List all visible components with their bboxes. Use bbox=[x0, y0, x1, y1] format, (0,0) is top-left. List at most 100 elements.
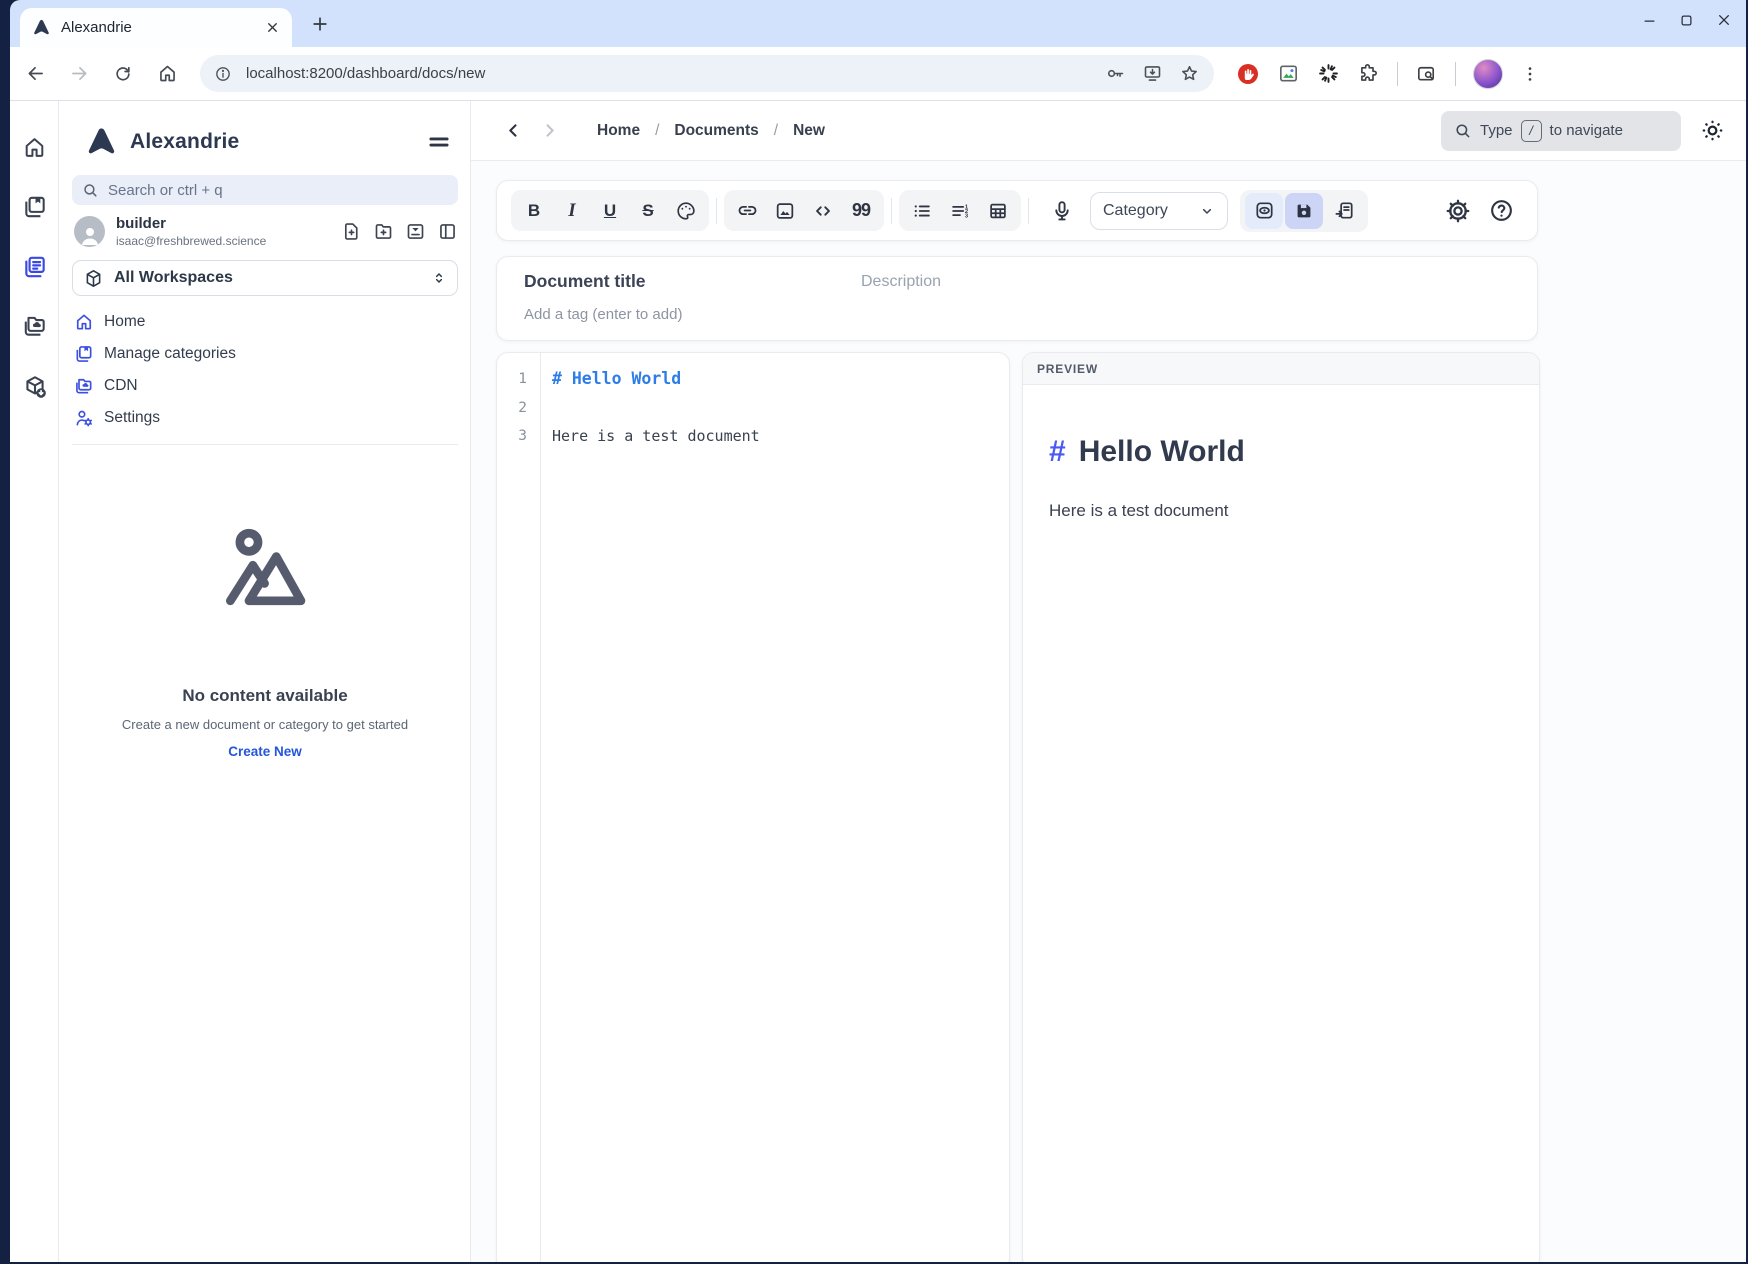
install-app-icon[interactable] bbox=[1142, 63, 1163, 84]
editor-settings-gear-icon[interactable] bbox=[1444, 197, 1472, 225]
editor-line[interactable]: # Hello World bbox=[552, 365, 1009, 394]
bookmark-star-icon[interactable] bbox=[1179, 63, 1200, 84]
line-number-gutter: 1 2 3 bbox=[497, 353, 541, 1262]
home-icon bbox=[74, 312, 94, 332]
code-icon[interactable] bbox=[805, 193, 841, 228]
sidebar-item-cdn[interactable]: CDN bbox=[74, 370, 458, 402]
new-document-icon[interactable] bbox=[341, 221, 362, 242]
help-icon[interactable] bbox=[1488, 197, 1515, 224]
window-minimize-icon[interactable] bbox=[1642, 13, 1657, 28]
extensions-puzzle-icon[interactable] bbox=[1357, 62, 1380, 85]
underline-button[interactable]: U bbox=[592, 193, 628, 228]
rail-library-icon[interactable] bbox=[10, 187, 59, 227]
numbered-list-icon[interactable]: 123 bbox=[942, 193, 978, 228]
browser-menu-kebab-icon[interactable] bbox=[1520, 64, 1540, 84]
bold-button[interactable]: B bbox=[516, 193, 552, 228]
toggle-panel-icon[interactable] bbox=[437, 221, 458, 242]
document-title-input[interactable] bbox=[524, 271, 861, 292]
sidebar-item-settings[interactable]: Settings bbox=[74, 402, 458, 434]
history-back-icon[interactable] bbox=[495, 113, 531, 149]
sidebar-search[interactable] bbox=[72, 175, 458, 205]
editor-text-area[interactable]: # Hello World Here is a test document bbox=[541, 353, 1009, 1262]
editor-line[interactable] bbox=[552, 394, 1009, 423]
mountain-image-icon bbox=[213, 515, 317, 619]
preview-heading-text: Hello World bbox=[1079, 435, 1245, 469]
cdn-folder-icon bbox=[74, 376, 94, 396]
workspace-selector[interactable]: All Workspaces bbox=[72, 260, 458, 296]
strikethrough-button[interactable]: S bbox=[630, 193, 666, 228]
editor-line[interactable]: Here is a test document bbox=[552, 422, 1009, 451]
bullet-list-icon[interactable] bbox=[904, 193, 940, 228]
rail-package-download-icon[interactable] bbox=[10, 367, 59, 407]
sidebar-search-input[interactable] bbox=[108, 182, 448, 199]
sidebar-item-label: Manage categories bbox=[104, 345, 236, 363]
site-info-icon[interactable] bbox=[214, 65, 232, 83]
url-bar[interactable]: localhost:8200/dashboard/docs/new bbox=[200, 55, 1214, 92]
url-text[interactable]: localhost:8200/dashboard/docs/new bbox=[246, 65, 1097, 82]
category-select[interactable]: Category bbox=[1090, 192, 1228, 230]
user-avatar[interactable] bbox=[74, 216, 105, 247]
browser-tab[interactable]: Alexandrie bbox=[20, 8, 292, 47]
adblock-hand-icon[interactable] bbox=[1236, 62, 1260, 86]
rail-documents-icon[interactable] bbox=[10, 247, 59, 287]
user-settings-icon bbox=[74, 408, 94, 428]
markdown-editor[interactable]: 1 2 3 # Hello World Here is a test docum… bbox=[496, 352, 1010, 1262]
reload-button[interactable] bbox=[104, 55, 142, 93]
preview-heading: # Hello World bbox=[1049, 435, 1513, 469]
empty-state-subtitle: Create a new document or category to get… bbox=[72, 717, 458, 732]
save-floppy-icon[interactable] bbox=[1285, 193, 1323, 229]
breadcrumb-documents[interactable]: Documents bbox=[674, 122, 758, 140]
window-close-icon[interactable] bbox=[1716, 12, 1732, 28]
document-tag-input[interactable] bbox=[524, 306, 1510, 323]
side-by-side-view-icon[interactable] bbox=[1325, 193, 1363, 229]
home-button[interactable] bbox=[148, 55, 186, 93]
main-topbar: Home / Documents / New Type / to navigat… bbox=[471, 101, 1746, 161]
list-group: 123 bbox=[899, 190, 1021, 231]
password-key-icon[interactable] bbox=[1105, 63, 1126, 84]
new-folder-icon[interactable] bbox=[373, 221, 394, 242]
user-name: builder bbox=[116, 215, 330, 232]
blockquote-icon[interactable]: 99 bbox=[843, 193, 879, 228]
document-description-input[interactable] bbox=[861, 273, 1510, 291]
create-new-link[interactable]: Create New bbox=[72, 744, 458, 759]
sidebar-item-home[interactable]: Home bbox=[74, 306, 458, 338]
forward-button[interactable] bbox=[60, 55, 98, 93]
icon-rail bbox=[10, 101, 59, 1262]
link-icon[interactable] bbox=[729, 193, 765, 228]
empty-state-title: No content available bbox=[72, 686, 458, 706]
import-inbox-icon[interactable] bbox=[405, 221, 426, 242]
italic-button[interactable]: I bbox=[554, 193, 590, 228]
window-maximize-icon[interactable] bbox=[1679, 13, 1694, 28]
image-editor-extension-icon[interactable] bbox=[1277, 62, 1300, 85]
search-icon bbox=[82, 182, 99, 199]
breadcrumb-separator: / bbox=[655, 122, 659, 140]
preview-eye-icon[interactable] bbox=[1245, 193, 1283, 229]
quick-navigate-search[interactable]: Type / to navigate bbox=[1441, 111, 1681, 151]
workspace-cube-icon bbox=[83, 268, 104, 289]
microphone-icon[interactable] bbox=[1044, 193, 1080, 229]
theme-toggle-sun-icon[interactable] bbox=[1699, 117, 1726, 144]
rail-home-icon[interactable] bbox=[10, 127, 59, 167]
spinner-extension-icon[interactable] bbox=[1317, 62, 1340, 85]
breadcrumb-home[interactable]: Home bbox=[597, 122, 640, 140]
user-email: isaac@freshbrewed.science bbox=[116, 234, 330, 248]
svg-text:3: 3 bbox=[965, 213, 969, 219]
history-forward-icon[interactable] bbox=[531, 113, 567, 149]
color-palette-icon[interactable] bbox=[668, 193, 704, 228]
table-icon[interactable] bbox=[980, 193, 1016, 228]
editor-content: B I U S bbox=[471, 161, 1746, 1262]
tab-close-icon[interactable] bbox=[265, 20, 280, 35]
image-icon[interactable] bbox=[767, 193, 803, 228]
workspace-selector-value: All Workspaces bbox=[114, 269, 421, 287]
breadcrumb-new[interactable]: New bbox=[793, 122, 825, 140]
sidebar-collapse-icon[interactable] bbox=[426, 129, 452, 155]
rail-media-folder-icon[interactable] bbox=[10, 306, 59, 346]
browser-profile-avatar[interactable] bbox=[1473, 59, 1503, 89]
app-window: Alexandrie builder isaac@freshbrewed.sci… bbox=[10, 101, 1746, 1262]
back-button[interactable] bbox=[16, 55, 54, 93]
chevron-up-down-icon bbox=[431, 270, 447, 286]
navigate-hint-prefix: Type bbox=[1480, 122, 1513, 139]
tab-search-icon[interactable] bbox=[1415, 62, 1438, 85]
new-tab-button[interactable] bbox=[310, 14, 330, 34]
sidebar-item-manage-categories[interactable]: Manage categories bbox=[74, 338, 458, 370]
